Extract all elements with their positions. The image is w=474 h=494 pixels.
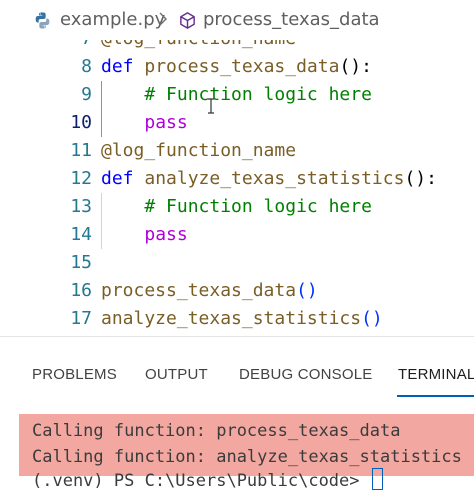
code-token: # Function logic here (101, 84, 372, 105)
line-number: 15 (70, 252, 92, 273)
line-number: 10 (70, 112, 92, 133)
code-text: # Function logic here (101, 81, 372, 109)
text-cursor-ibeam-icon (208, 98, 214, 114)
tab-problems[interactable]: PROBLEMS (32, 366, 117, 383)
code-editor[interactable]: 7 @log_function_name 8 def process_texas_da… (0, 40, 474, 336)
code-token: def (101, 168, 145, 189)
code-line[interactable]: 9 # Function logic here (0, 81, 474, 109)
code-token: (): (339, 56, 372, 77)
line-number: 11 (70, 140, 92, 161)
code-line[interactable]: 14 pass (0, 221, 474, 249)
code-token: process_texas_data (101, 280, 297, 301)
breadcrumb: example.py process_texas_data (0, 0, 474, 40)
line-number: 14 (70, 224, 92, 245)
line-number: 8 (81, 56, 92, 77)
line-number: 17 (70, 308, 92, 329)
terminal-cursor (371, 468, 383, 490)
line-number: 12 (70, 168, 92, 189)
panel-divider (0, 336, 474, 337)
code-line[interactable]: 11 @log_function_name (0, 137, 474, 165)
code-text: pass (101, 221, 188, 249)
tab-debug-console[interactable]: DEBUG CONSOLE (239, 366, 372, 383)
code-text: @log_function_name (101, 40, 296, 53)
active-tab-indicator (397, 395, 474, 397)
code-text: # Function logic here (101, 193, 372, 221)
breadcrumb-file[interactable]: example.py (60, 9, 165, 30)
code-text: @log_function_name (101, 137, 296, 165)
code-text: process_texas_data() (101, 277, 318, 305)
code-token: # Function logic here (101, 196, 372, 217)
code-token: () (296, 280, 318, 301)
code-token: @log_function_name (101, 40, 296, 49)
code-line[interactable]: 7 @log_function_name (0, 40, 474, 53)
code-token: analyze_texas_statistics (144, 168, 405, 189)
python-file-icon (35, 12, 50, 29)
line-number: 7 (0, 40, 92, 53)
code-token: analyze_texas_statistics (101, 308, 362, 329)
method-cube-icon (180, 12, 195, 29)
code-line[interactable]: 10 pass (0, 109, 474, 137)
terminal-line: Calling function: process_texas_data (32, 421, 401, 441)
terminal[interactable]: Calling function: process_texas_data Cal… (0, 400, 474, 491)
line-number: 13 (70, 196, 92, 217)
line-number: 16 (70, 280, 92, 301)
code-line[interactable]: 13 # Function logic here (0, 193, 474, 221)
breadcrumb-symbol[interactable]: process_texas_data (203, 9, 380, 30)
code-token: process_texas_data (144, 56, 340, 77)
code-token: () (361, 308, 383, 329)
line-number: 9 (81, 84, 92, 105)
code-text: def analyze_texas_statistics(): (101, 165, 437, 193)
code-token: pass (144, 112, 188, 133)
chevron-right-icon (159, 12, 167, 26)
code-text: def process_texas_data(): (101, 53, 372, 81)
code-token: @log_function_name (101, 140, 297, 161)
code-text: analyze_texas_statistics() (101, 305, 383, 333)
terminal-prompt: (.venv) PS C:\Users\Public\code> (32, 471, 370, 491)
panel-tab-bar: PROBLEMS OUTPUT DEBUG CONSOLE TERMINAL (0, 350, 474, 398)
code-text: pass (101, 109, 188, 137)
code-token: (): (404, 168, 437, 189)
code-line[interactable]: 15 (0, 249, 474, 277)
terminal-prompt-line[interactable]: (.venv) PS C:\Users\Public\code> (32, 468, 383, 494)
code-token: def (101, 56, 145, 77)
code-line[interactable]: 12 def analyze_texas_statistics(): (0, 165, 474, 193)
tab-terminal[interactable]: TERMINAL (398, 366, 474, 383)
code-line[interactable]: 16 process_texas_data() (0, 277, 474, 305)
terminal-line: Calling function: analyze_texas_statisti… (32, 447, 462, 467)
code-line[interactable]: 8 def process_texas_data(): (0, 53, 474, 81)
tab-output[interactable]: OUTPUT (145, 366, 208, 383)
code-line[interactable]: 17 analyze_texas_statistics() (0, 305, 474, 333)
code-token: pass (144, 224, 188, 245)
